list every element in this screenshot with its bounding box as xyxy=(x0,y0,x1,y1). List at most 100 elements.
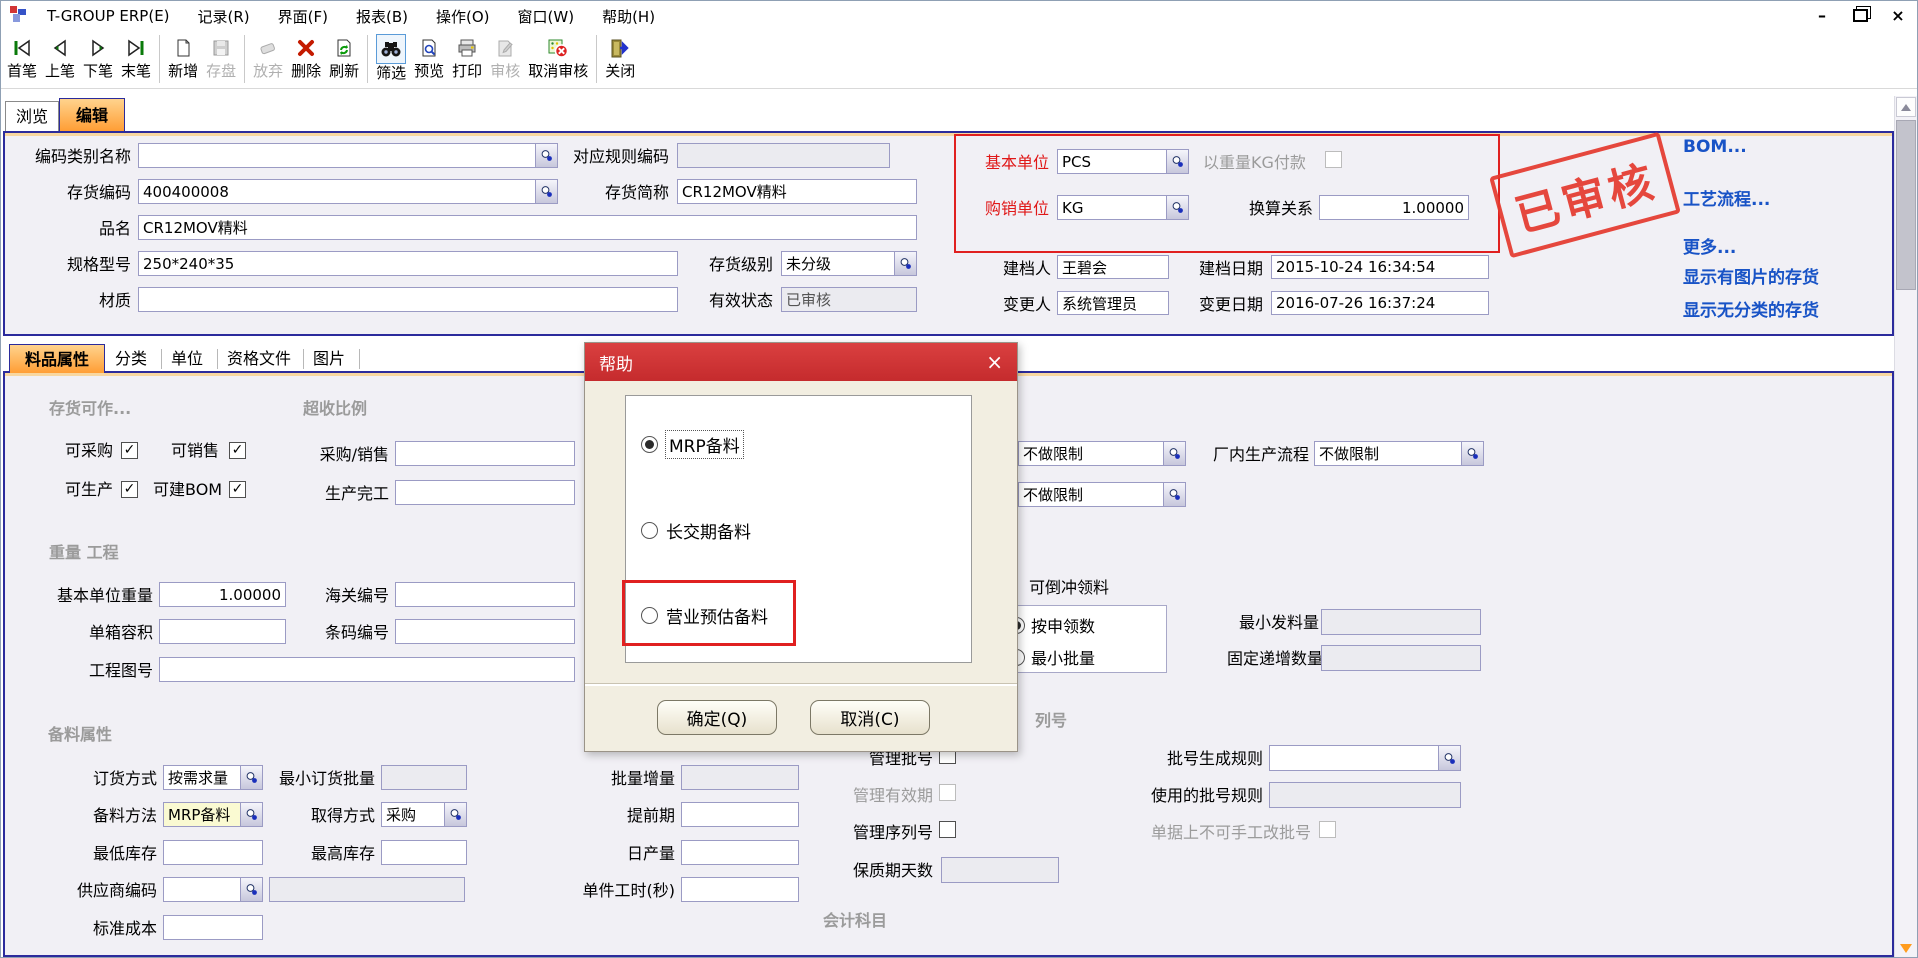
base-unit-field[interactable] xyxy=(1057,149,1189,174)
lookup-icon[interactable] xyxy=(1438,746,1460,770)
inv-abbr-field[interactable] xyxy=(677,179,917,204)
issue-mode-min-batch[interactable]: 最小批量 xyxy=(1008,645,1166,669)
daily-output-input[interactable] xyxy=(682,841,798,864)
lookup-icon[interactable] xyxy=(1461,442,1483,465)
tab-browse[interactable]: 浏览 xyxy=(5,101,59,131)
close-window-icon[interactable]: × xyxy=(1887,5,1909,25)
last-record-button[interactable]: 末笔 xyxy=(117,33,155,80)
prod-name-field[interactable] xyxy=(138,215,917,240)
std-cost-input[interactable] xyxy=(164,916,262,939)
can-build-bom-checkbox[interactable] xyxy=(229,481,246,498)
acquire-mode-input[interactable] xyxy=(382,803,444,826)
vertical-scrollbar[interactable] xyxy=(1894,96,1917,958)
box-volume-field[interactable] xyxy=(159,619,286,644)
scroll-up-button[interactable] xyxy=(1896,97,1916,117)
option-long-lead[interactable]: 长交期备料 xyxy=(641,518,751,543)
ok-button[interactable]: 确定(Q) xyxy=(657,700,777,735)
inv-abbr-input[interactable] xyxy=(678,180,916,203)
long-lead-radio[interactable] xyxy=(641,522,658,539)
limit-input-1[interactable] xyxy=(1019,442,1163,465)
lookup-icon[interactable] xyxy=(1163,483,1185,506)
delete-button[interactable]: 删除 xyxy=(287,33,325,80)
lead-time-input[interactable] xyxy=(682,803,798,826)
min-stock-field[interactable] xyxy=(163,840,263,865)
production-ratio-input[interactable] xyxy=(396,481,574,504)
new-button[interactable]: 新增 xyxy=(164,33,202,80)
bom-link[interactable]: BOM... xyxy=(1683,137,1747,157)
process-flow-link[interactable]: 工艺流程... xyxy=(1683,185,1770,210)
drawing-number-field[interactable] xyxy=(159,657,575,682)
menu-operation[interactable]: 操作(O) xyxy=(422,6,504,27)
lookup-icon[interactable] xyxy=(1166,150,1188,173)
purchase-sale-ratio-input[interactable] xyxy=(396,442,574,465)
filter-button[interactable]: 筛选 xyxy=(372,33,410,82)
menu-interface[interactable]: 界面(F) xyxy=(264,6,342,27)
tab-unit[interactable]: 单位 xyxy=(171,349,203,369)
base-weight-field[interactable] xyxy=(159,582,286,607)
limit-field-1[interactable] xyxy=(1018,441,1186,466)
barcode-input[interactable] xyxy=(396,620,574,643)
purchase-sale-ratio-field[interactable] xyxy=(395,441,575,466)
manage-serial-checkbox[interactable] xyxy=(939,821,956,838)
drawing-number-input[interactable] xyxy=(160,658,574,681)
scrollbar-thumb[interactable] xyxy=(1896,120,1916,290)
base-weight-input[interactable] xyxy=(160,583,285,606)
preview-button[interactable]: 预览 xyxy=(410,33,448,80)
tab-images[interactable]: 图片 xyxy=(313,349,345,369)
lookup-icon[interactable] xyxy=(240,803,262,826)
first-record-button[interactable]: 首笔 xyxy=(3,33,41,80)
unit-time-input[interactable] xyxy=(682,878,798,901)
max-stock-field[interactable] xyxy=(381,840,467,865)
production-ratio-field[interactable] xyxy=(395,480,575,505)
prev-record-button[interactable]: 上笔 xyxy=(41,33,79,80)
menu-file[interactable]: T-GROUP ERP(E) xyxy=(33,7,184,25)
tab-classification[interactable]: 分类 xyxy=(115,349,147,369)
print-button[interactable]: 打印 xyxy=(448,33,486,80)
dialog-title-bar[interactable]: 帮助 × xyxy=(585,343,1017,381)
trade-unit-field[interactable] xyxy=(1057,195,1189,220)
prep-method-field[interactable] xyxy=(163,802,263,827)
producible-checkbox[interactable] xyxy=(121,481,138,498)
inv-code-input[interactable] xyxy=(139,180,535,203)
cancel-audit-button[interactable]: 取消审核 xyxy=(524,33,592,80)
lead-time-field[interactable] xyxy=(681,802,799,827)
batch-rule-field[interactable] xyxy=(1269,745,1461,771)
inv-level-input[interactable] xyxy=(782,252,894,275)
std-cost-field[interactable] xyxy=(163,915,263,940)
order-mode-input[interactable] xyxy=(164,766,240,789)
box-volume-input[interactable] xyxy=(160,620,285,643)
code-type-input[interactable] xyxy=(139,144,535,167)
dialog-close-icon[interactable]: × xyxy=(986,352,1003,372)
tab-item-attributes[interactable]: 料品属性 xyxy=(9,344,105,373)
unit-time-field[interactable] xyxy=(681,877,799,902)
spec-input[interactable] xyxy=(139,252,677,275)
lookup-icon[interactable] xyxy=(240,766,262,789)
minimize-icon[interactable]: – xyxy=(1811,5,1833,25)
tab-qualification[interactable]: 资格文件 xyxy=(227,349,291,369)
mrp-radio[interactable] xyxy=(641,436,658,453)
customs-code-input[interactable] xyxy=(396,583,574,606)
lookup-icon[interactable] xyxy=(444,803,466,826)
daily-output-field[interactable] xyxy=(681,840,799,865)
max-stock-input[interactable] xyxy=(382,841,466,864)
order-mode-field[interactable] xyxy=(163,765,263,790)
code-type-field[interactable] xyxy=(138,143,558,168)
restore-icon[interactable] xyxy=(1849,5,1871,25)
purchasable-checkbox[interactable] xyxy=(121,442,138,459)
lookup-icon[interactable] xyxy=(1163,442,1185,465)
tab-edit[interactable]: 编辑 xyxy=(59,98,125,131)
trade-unit-input[interactable] xyxy=(1058,196,1166,219)
material-field[interactable] xyxy=(138,287,678,312)
lookup-icon[interactable] xyxy=(240,878,262,901)
limit-input-2[interactable] xyxy=(1019,483,1163,506)
factory-flow-field[interactable] xyxy=(1314,441,1484,466)
menu-record[interactable]: 记录(R) xyxy=(184,6,264,27)
min-stock-input[interactable] xyxy=(164,841,262,864)
issue-mode-by-request[interactable]: 按申领数 xyxy=(1008,613,1166,637)
acquire-mode-field[interactable] xyxy=(381,802,467,827)
show-with-images-link[interactable]: 显示有图片的存货 xyxy=(1683,263,1819,288)
inv-level-field[interactable] xyxy=(781,251,917,276)
barcode-field[interactable] xyxy=(395,619,575,644)
lookup-icon[interactable] xyxy=(535,144,557,167)
conversion-field[interactable] xyxy=(1319,195,1469,220)
